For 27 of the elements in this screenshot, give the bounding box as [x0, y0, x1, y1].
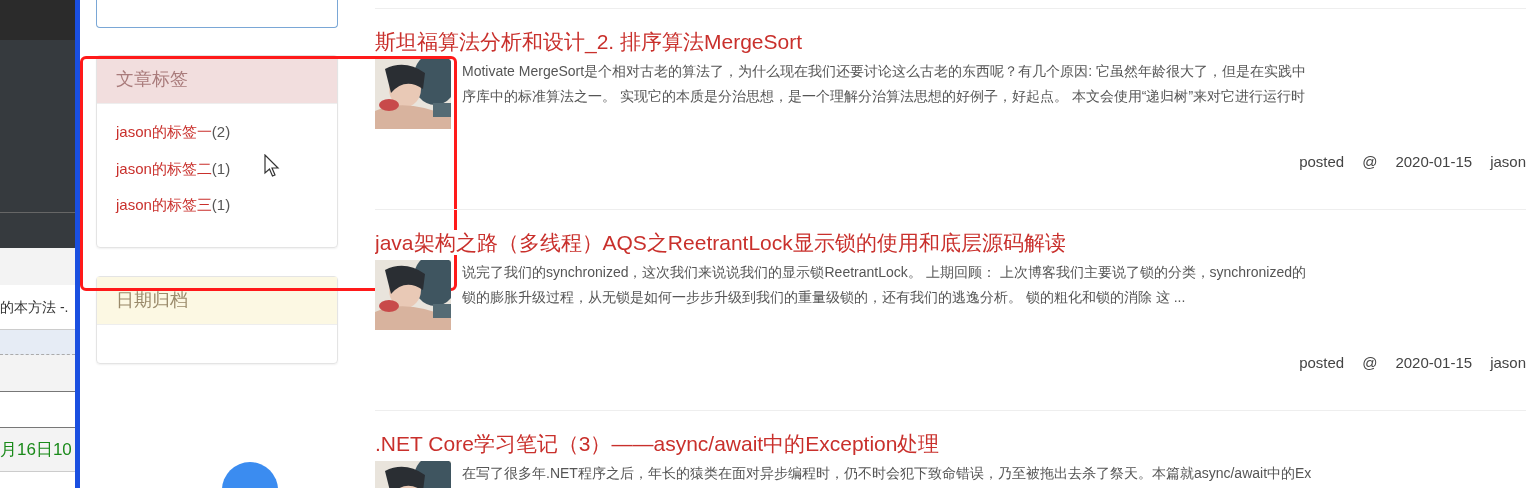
post-title-link[interactable]: java架构之路（多线程）AQS之ReetrantLock显示锁的使用和底层源码解读 [375, 230, 1066, 256]
post-author[interactable]: jason [1490, 151, 1526, 174]
list-item-text: 的本方法 -. [0, 297, 69, 317]
post-summary: 锁的膨胀升级过程，从无锁是如何一步步升级到我们的重量级锁的，还有我们的逃逸分析。 锁的粗化和锁的消除 这 ... [462, 288, 1187, 307]
post-summary: 序库中的标准算法之一。 实现它的本质是分治思想，是一个理解分治算法思想的好例子，好起点。 本文会使用“递归树”来对它进行运行时 [462, 87, 1306, 106]
post-date: 2020-01-15 [1395, 353, 1473, 373]
card-title: 日期归档 [97, 276, 337, 325]
post-title-link[interactable]: 斯坦福算法分析和设计_2. 排序算法MergeSort [375, 29, 803, 55]
date-text: 月16日10 [0, 438, 72, 461]
tag-link[interactable]: jason的标签一 [116, 121, 212, 144]
post-date: 2020-01-15 [1395, 152, 1473, 172]
posted-label: posted [1299, 353, 1345, 373]
at-sign: @ [1362, 353, 1378, 373]
tag-link[interactable]: jason的标签二 [116, 157, 212, 180]
tag-count: (1) [211, 158, 231, 179]
tag-link[interactable]: jason的标签三 [116, 194, 212, 217]
card-title: 文章标签 [97, 56, 337, 104]
post-title-link[interactable]: .NET Core学习笔记（3）——async/await中的Exception处理 [375, 431, 940, 457]
at-sign: @ [1362, 152, 1378, 172]
posted-label: posted [1299, 152, 1345, 172]
tag-count: (2) [211, 122, 231, 142]
cursor-icon [264, 154, 280, 178]
tag-count: (1) [211, 195, 231, 215]
post-summary: 在写了很多年.NET程序之后，年长的猿类在面对异步编程时，仍不时会犯下致命错误，乃至被拖出去杀了祭天。本篇就async/await中的Ex [462, 464, 1312, 483]
post-summary: 说完了我们的synchronized，这次我们来说说我们的显示锁ReetrantLock。 上期回顾： 上次博客我们主要说了锁的分类，synchronized的 [462, 263, 1307, 282]
post-summary: Motivate MergeSort是个相对古老的算法了，为什么现在我们还要讨论这么古老的东西呢？有几个原因: 它虽然年龄很大了，但是在实践中 [462, 62, 1306, 81]
post-author[interactable]: jason [1490, 352, 1526, 375]
